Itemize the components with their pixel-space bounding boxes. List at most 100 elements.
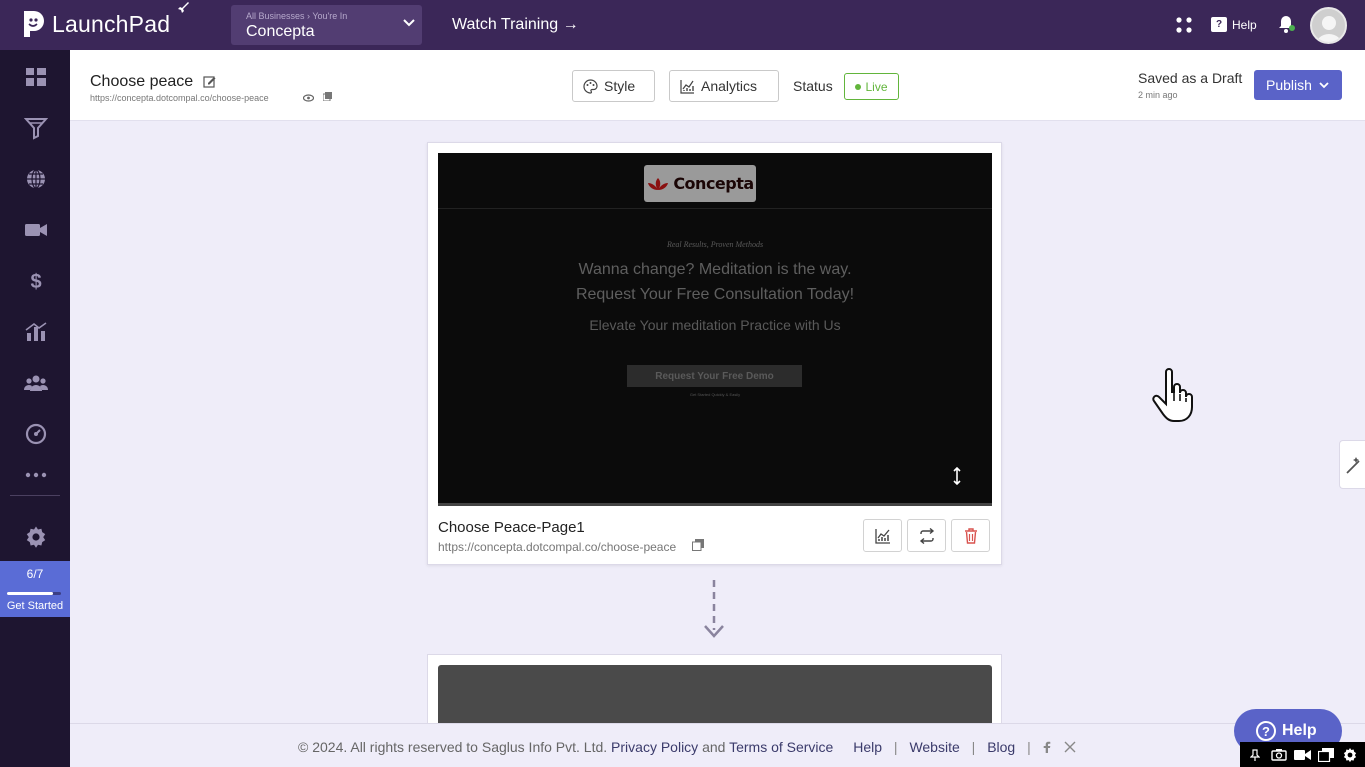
business-breadcrumb: All Businesses › You're In bbox=[246, 11, 348, 21]
wand-icon bbox=[1345, 456, 1360, 474]
chart-icon bbox=[680, 79, 694, 94]
eye-icon[interactable] bbox=[303, 94, 314, 102]
analytics-button[interactable]: Analytics bbox=[669, 70, 779, 102]
style-label: Style bbox=[604, 78, 636, 94]
funnel-page-card: Concepta Real Results, Proven Methods Wa… bbox=[427, 142, 1002, 565]
chart-icon bbox=[874, 528, 890, 544]
watch-training-link[interactable]: Watch Training → bbox=[452, 16, 579, 34]
video-icon[interactable] bbox=[24, 218, 48, 242]
preview-headline: Wanna change? Meditation is the way. Req… bbox=[438, 257, 992, 307]
trash-icon bbox=[964, 527, 977, 544]
question-icon: ? bbox=[1211, 17, 1227, 32]
publish-label: Publish bbox=[1266, 77, 1312, 93]
pin-icon[interactable] bbox=[1246, 747, 1264, 763]
funnel-icon[interactable] bbox=[24, 116, 48, 140]
page-preview[interactable] bbox=[438, 665, 992, 725]
progress-count: 6/7 bbox=[26, 567, 44, 581]
question-circle-icon: ? bbox=[1256, 721, 1276, 741]
gear-icon[interactable] bbox=[1341, 747, 1359, 763]
svg-text:$: $ bbox=[30, 271, 41, 293]
footer: © 2024. All rights reserved to Saglus In… bbox=[70, 723, 1365, 767]
floating-help-label: Help bbox=[1282, 722, 1317, 739]
style-button[interactable]: Style bbox=[572, 70, 655, 102]
privacy-policy-link[interactable]: Privacy Policy bbox=[611, 739, 698, 755]
footer-help-link[interactable]: Help bbox=[853, 739, 882, 755]
page-analytics-button[interactable] bbox=[863, 519, 902, 552]
sidebar: $ 6/7 Get Started bbox=[0, 50, 70, 767]
gauge-icon[interactable] bbox=[24, 422, 48, 446]
chevron-down-icon bbox=[403, 19, 415, 27]
draft-status: Saved as a Draft bbox=[1138, 70, 1243, 86]
terms-of-service-link[interactable]: Terms of Service bbox=[729, 739, 833, 755]
analytics-icon[interactable] bbox=[24, 320, 48, 344]
progress-label: Get Started bbox=[6, 600, 64, 612]
page-url[interactable]: https://concepta.dotcompal.co/choose-pea… bbox=[90, 93, 269, 103]
publish-button[interactable]: Publish bbox=[1254, 70, 1342, 100]
help-menu[interactable]: ? Help bbox=[1211, 17, 1257, 32]
swap-icon bbox=[919, 527, 934, 544]
dollar-icon[interactable]: $ bbox=[24, 269, 48, 293]
business-selector[interactable]: All Businesses › You're In Concepta bbox=[231, 5, 422, 45]
footer-separator: | bbox=[971, 739, 976, 755]
get-started-progress[interactable]: 6/7 Get Started bbox=[0, 561, 70, 617]
footer-separator: | bbox=[1027, 739, 1031, 755]
copy-icon[interactable] bbox=[692, 539, 704, 551]
preview-logo: Concepta bbox=[644, 165, 756, 202]
hand-cursor-icon bbox=[1152, 368, 1193, 422]
chevron-down-icon bbox=[1319, 82, 1329, 89]
notification-bell-icon[interactable] bbox=[1277, 14, 1295, 34]
x-twitter-icon[interactable] bbox=[1064, 741, 1076, 753]
avatar-silhouette-icon bbox=[1316, 16, 1342, 42]
status-badge[interactable]: Live bbox=[844, 73, 899, 100]
facebook-icon[interactable] bbox=[1043, 741, 1051, 753]
dashboard-icon[interactable] bbox=[24, 65, 48, 89]
logo-mark-icon bbox=[24, 11, 44, 37]
swap-page-button[interactable] bbox=[907, 519, 946, 552]
app-name: LaunchPad bbox=[52, 10, 171, 37]
gear-icon[interactable] bbox=[24, 525, 48, 549]
preview-cta-button: Request Your Free Demo bbox=[627, 365, 802, 387]
top-bar: LaunchPad All Businesses › You're In Con… bbox=[0, 0, 1365, 50]
side-panel-toggle[interactable] bbox=[1339, 440, 1365, 489]
app-logo[interactable]: LaunchPad bbox=[20, 9, 170, 39]
palette-icon bbox=[583, 78, 598, 94]
camera-icon[interactable] bbox=[1270, 747, 1288, 763]
user-avatar[interactable] bbox=[1310, 7, 1347, 44]
window-icon[interactable] bbox=[1317, 747, 1335, 763]
business-name: Concepta bbox=[246, 23, 315, 40]
apps-grid-icon[interactable] bbox=[1175, 16, 1193, 34]
edit-icon[interactable] bbox=[203, 75, 216, 88]
preview-subheadline: Elevate Your meditation Practice with Us bbox=[589, 317, 841, 333]
users-icon[interactable] bbox=[24, 371, 48, 395]
page-title: Choose peace bbox=[90, 73, 194, 90]
preview-tagline: Real Results, Proven Methods bbox=[666, 240, 764, 249]
rocket-icon bbox=[178, 2, 189, 13]
draft-time: 2 min ago bbox=[1138, 90, 1178, 100]
page-card-title[interactable]: Choose Peace-Page1 bbox=[438, 519, 585, 536]
recorder-toolbar bbox=[1240, 742, 1365, 767]
vertical-resize-icon[interactable] bbox=[952, 467, 962, 485]
flow-arrow-down-icon bbox=[704, 580, 724, 638]
globe-icon[interactable] bbox=[24, 167, 48, 191]
preview-divider bbox=[438, 208, 992, 209]
funnel-page-card bbox=[427, 654, 1002, 725]
live-dot-icon bbox=[855, 83, 862, 90]
copy-icon[interactable] bbox=[323, 92, 332, 101]
delete-page-button[interactable] bbox=[951, 519, 990, 552]
page-preview[interactable]: Concepta Real Results, Proven Methods Wa… bbox=[438, 153, 992, 506]
footer-separator: | bbox=[893, 739, 898, 755]
video-camera-icon[interactable] bbox=[1293, 747, 1311, 763]
preview-cta-note: Get Started Quickly & Easily bbox=[689, 392, 741, 397]
footer-website-link[interactable]: Website bbox=[909, 739, 959, 755]
live-label: Live bbox=[865, 79, 888, 94]
footer-and: and bbox=[702, 739, 726, 755]
footer-blog-link[interactable]: Blog bbox=[987, 739, 1015, 755]
page-card-url[interactable]: https://concepta.dotcompal.co/choose-pea… bbox=[438, 540, 676, 554]
progress-track bbox=[7, 592, 61, 595]
preview-logo-text: Concepta bbox=[673, 174, 754, 193]
copyright-text: © 2024. All rights reserved to Saglus In… bbox=[298, 739, 608, 755]
page-header: Choose peace https://concepta.dotcompal.… bbox=[70, 50, 1365, 121]
more-icon[interactable] bbox=[24, 463, 48, 487]
help-label: Help bbox=[1232, 17, 1257, 32]
analytics-label: Analytics bbox=[701, 78, 758, 94]
